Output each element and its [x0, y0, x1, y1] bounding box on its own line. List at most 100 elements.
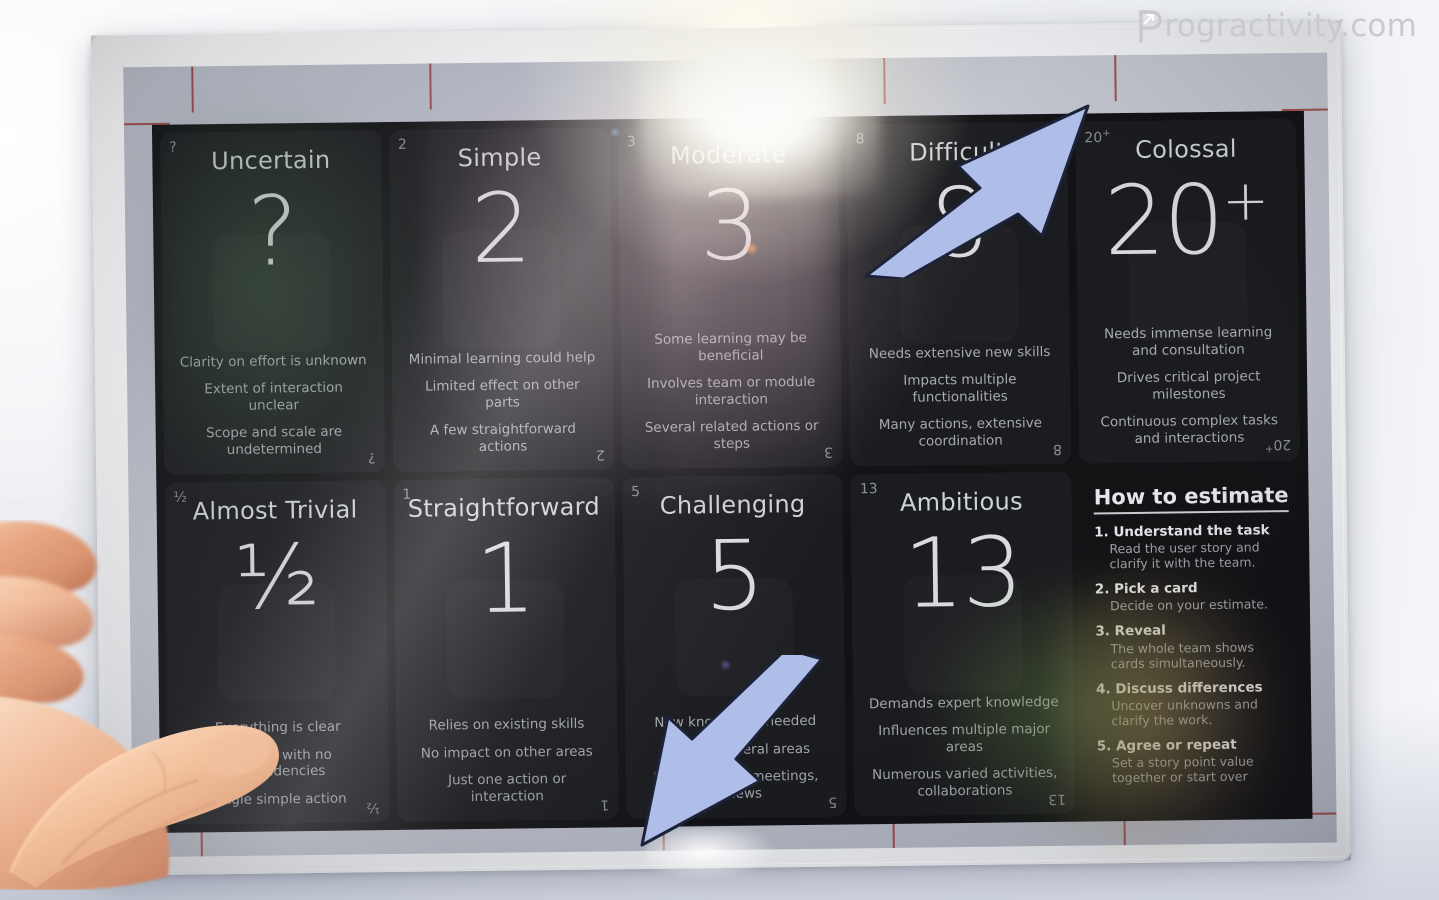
card-bullet: Minimal learning could help	[408, 349, 596, 368]
card-bullet: Scope and scale are undetermined	[206, 423, 343, 458]
card-bullet: Isolated with no dependencies	[224, 746, 332, 781]
card-title: Ambitious	[899, 487, 1024, 517]
card-bullet: Touches several areas	[661, 740, 811, 759]
how-to-step-body: Uncover unknowns and clarify the work.	[1111, 696, 1258, 728]
card-value: 3	[699, 169, 760, 283]
card-bullets: Relies on existing skills No impact on o…	[406, 716, 608, 812]
how-to-step: 3. Reveal The whole team shows cards sim…	[1095, 621, 1290, 671]
card-bullet: Everything is clear	[214, 718, 341, 737]
how-to-step-body: The whole team shows cards simultaneousl…	[1110, 639, 1255, 671]
card-bullet: Needs immense learning and consultation	[1103, 324, 1273, 359]
how-to-step: 4. Discuss differences Uncover unknowns …	[1096, 679, 1291, 729]
how-to-estimate-panel: How to estimate 1. Understand the task R…	[1079, 468, 1305, 814]
crop-mark	[191, 66, 194, 113]
card-bullet: Several related actions or steps	[644, 417, 819, 452]
card-bullet: No impact on other areas	[420, 743, 593, 762]
card-value: ½	[233, 525, 319, 630]
card-ambitious[interactable]: 13 Ambitious 13 Demands expert knowledge…	[850, 471, 1076, 817]
card-uncertain[interactable]: ? Uncertain ? Clarity on effort is unkno…	[160, 130, 386, 475]
card-bullets: Demands expert knowledge Influences mult…	[863, 693, 1065, 806]
how-to-step-head: 5. Agree or repeat	[1096, 736, 1237, 755]
card-bullets: Everything is clear Isolated with no dep…	[177, 718, 379, 814]
card-bullet: Just one action or interaction	[447, 770, 567, 805]
crop-mark	[429, 63, 432, 110]
card-corner-index: ?	[368, 449, 376, 466]
card-colossal[interactable]: 20+ Colossal 20+ Needs immense learning …	[1075, 118, 1301, 464]
card-corner-index: 20+	[1264, 436, 1292, 455]
card-corner-index: 8	[855, 131, 865, 148]
card-straightforward[interactable]: 1 Straightforward 1 Relies on existing s…	[393, 477, 619, 822]
how-to-step: 2. Pick a card Decide on your estimate.	[1095, 579, 1290, 614]
card-corner-index: 5	[630, 483, 641, 501]
how-to-step-head: 3. Reveal	[1095, 622, 1166, 640]
card-corner-index: 8	[1053, 440, 1063, 457]
how-to-step: 5. Agree or repeat Set a story point val…	[1097, 736, 1292, 786]
card-corner-index: ½	[173, 489, 188, 506]
card-moderate[interactable]: 3 Moderate 3 Some learning may be benefi…	[617, 124, 843, 470]
card-corner-index: 1	[402, 486, 412, 503]
card-bullet: New knowledge needed	[654, 712, 817, 731]
card-corner-index: 13	[1048, 790, 1067, 808]
card-almost-trivial[interactable]: ½ Almost Trivial ½ Everything is clear I…	[164, 480, 390, 825]
card-bullet: Extent of interaction unclear	[204, 379, 343, 414]
crop-mark	[883, 57, 886, 104]
card-title: Challenging	[659, 489, 806, 520]
card-bullet: Limited effect on other parts	[424, 376, 580, 411]
how-to-step-head: 1. Understand the task	[1094, 522, 1270, 541]
how-to-step-head: 4. Discuss differences	[1096, 678, 1263, 697]
card-title: Straightforward	[407, 492, 601, 523]
card-bullets: Minimal learning could help Limited effe…	[402, 349, 604, 462]
card-simple[interactable]: 2 Simple 2 Minimal learning could help L…	[388, 127, 614, 473]
card-corner-index: ½	[366, 799, 381, 816]
card-bullet: Clarity on effort is unknown	[179, 351, 367, 371]
card-corner-index: 3	[824, 443, 834, 460]
how-to-step-body: Read the user story and clarify it with …	[1109, 539, 1260, 572]
card-grid: ? Uncertain ? Clarity on effort is unkno…	[151, 110, 1313, 833]
how-to-step-body: Decide on your estimate.	[1109, 596, 1269, 614]
card-corner-index: ?	[169, 139, 177, 156]
card-title: Simple	[457, 143, 542, 173]
card-bullets: Clarity on effort is unknown Extent of i…	[173, 352, 375, 465]
card-bullets: New knowledge needed Touches several are…	[635, 713, 837, 809]
card-value: 8	[927, 167, 989, 280]
card-bullet: Influences multiple major areas	[878, 721, 1051, 755]
card-value: 5	[703, 519, 764, 633]
card-bullet: Relies on existing skills	[428, 715, 585, 734]
card-bullet: Drives critical project milestones	[1116, 368, 1261, 403]
card-challenging[interactable]: 5 Challenging 5 New knowledge needed Tou…	[621, 474, 847, 820]
card-bullets: Needs immense learning and consultation …	[1088, 324, 1290, 453]
card-value: 2	[470, 172, 531, 286]
card-bullet: Many actions, extensive coordination	[878, 415, 1043, 450]
photo-scene: ? Uncertain ? Clarity on effort is unkno…	[0, 0, 1439, 900]
card-title: Difficult	[909, 137, 1006, 167]
card-bullet: Many actions, meetings, reviews	[653, 767, 819, 802]
card-title: Uncertain	[210, 145, 331, 176]
how-to-step: 1. Understand the task Read the user sto…	[1094, 522, 1289, 572]
how-to-step-body: Set a story point value together or star…	[1111, 753, 1254, 786]
watermark-text: rogractivity.com	[1164, 8, 1417, 44]
card-value: ?	[246, 175, 297, 289]
watermark: rogractivity.com	[1138, 8, 1417, 44]
card-difficult[interactable]: 8 Difficult 8 Needs extensive new skills…	[846, 121, 1072, 467]
card-corner-index: 2	[397, 136, 408, 153]
printed-paper: ? Uncertain ? Clarity on effort is unkno…	[123, 52, 1337, 858]
card-title: Moderate	[669, 140, 787, 170]
card-bullet: Involves team or module interaction	[646, 373, 816, 408]
card-bullet: A few straightforward actions	[429, 420, 576, 455]
card-corner-index: 1	[599, 796, 609, 813]
card-bullets: Some learning may be beneficial Involves…	[630, 330, 832, 459]
card-bullets: Needs extensive new skills Impacts multi…	[859, 344, 1061, 457]
card-corner-index: 20+	[1084, 128, 1111, 147]
card-corner-index: 13	[859, 481, 878, 498]
card-value: 13	[902, 516, 1023, 631]
card-bullet: Single simple action	[210, 790, 347, 808]
arrow-in-p-logo-icon	[1138, 9, 1163, 43]
crop-mark	[1114, 55, 1117, 102]
card-bullet: Continuous complex tasks and interaction…	[1100, 412, 1279, 447]
card-title: Almost Trivial	[192, 495, 358, 526]
card-bullet: Demands expert knowledge	[868, 693, 1059, 712]
card-corner-index: 3	[626, 134, 636, 151]
card-corner-index: 5	[828, 793, 838, 810]
card-title: Colossal	[1134, 134, 1237, 164]
card-bullet: Needs extensive new skills	[868, 343, 1051, 362]
